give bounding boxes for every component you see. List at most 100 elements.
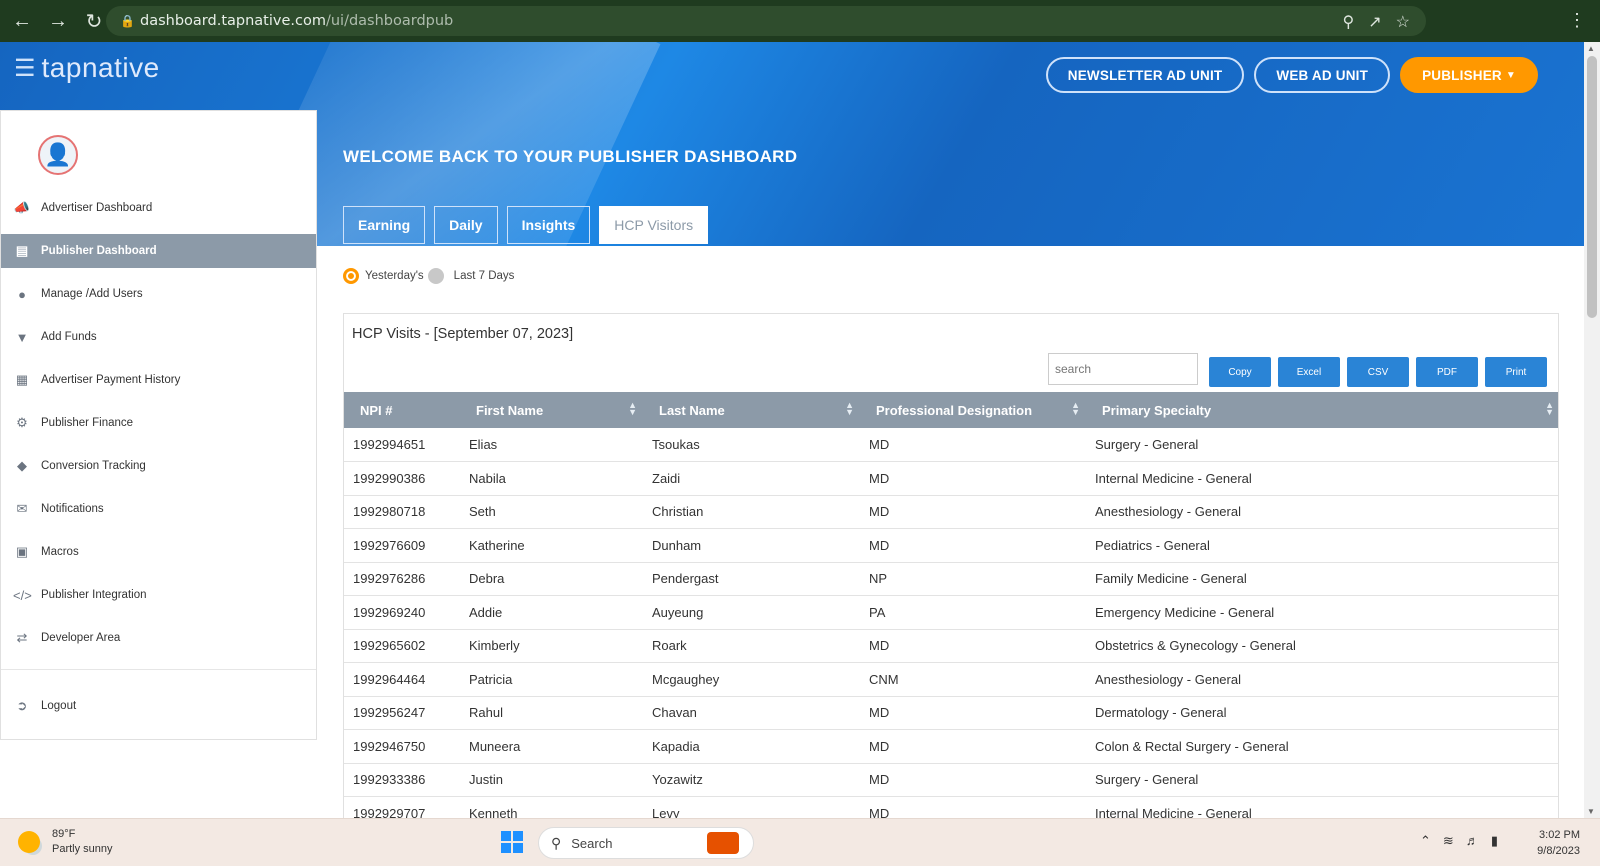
weather-widget[interactable]: 89°F Partly sunny	[18, 827, 113, 857]
publisher-dropdown-button[interactable]: PUBLISHER ▼	[1400, 57, 1538, 93]
table-cell: Obstetrics & Gynecology - General	[1086, 629, 1558, 663]
sidebar-item-logout[interactable]: ➲ Logout	[1, 689, 316, 723]
table-cell: 1992990386	[344, 461, 460, 496]
table-row[interactable]: 1992933386 Justin Yozawitz MD Surgery - Gene…	[344, 763, 1558, 797]
sidebar-item-publisher-dashboard[interactable]: ▤ Publisher Dashboard	[1, 234, 316, 268]
sidebar-item-manage-users[interactable]: ● Manage /Add Users	[1, 277, 316, 311]
tab-earning[interactable]: Earning	[343, 206, 426, 244]
scrollbar-thumb[interactable]	[1587, 56, 1597, 318]
column-header-first-name[interactable]: First Name ▲ ▼	[460, 392, 643, 428]
radio-yesterday[interactable]	[343, 268, 359, 284]
top-nav-buttons: NEWSLETTER AD UNIT WEB AD UNIT PUBLISHER…	[1045, 57, 1538, 93]
tag-icon: ◆	[17, 458, 27, 473]
table-row[interactable]: 1992980718 Seth Christian MD Anesthesiology …	[344, 495, 1558, 529]
share-icon[interactable]: ↗	[1368, 12, 1381, 32]
column-header-professional-designation[interactable]: Professional Designation ▲ ▼	[860, 392, 1086, 428]
browser-menu-icon[interactable]: ⋮	[1568, 10, 1586, 31]
sidebar-item-notifications[interactable]: ✉ Notifications	[1, 492, 316, 526]
tab-insights[interactable]: Insights	[506, 206, 591, 244]
column-header-npi[interactable]: NPI #	[344, 392, 460, 428]
csv-button[interactable]: CSV	[1347, 357, 1409, 387]
tab-hcp-visitors[interactable]: HCP Visitors	[599, 206, 709, 244]
table-cell: Dermatology - General	[1086, 696, 1558, 730]
wifi-icon[interactable]: ≋	[1443, 833, 1454, 849]
table-cell: MD	[860, 763, 1086, 797]
back-arrow-icon[interactable]: ←	[6, 5, 38, 37]
copy-button[interactable]: Copy	[1209, 357, 1271, 387]
web-ad-unit-button[interactable]: WEB AD UNIT	[1254, 57, 1391, 93]
table-cell: Elias	[460, 428, 643, 462]
gear-icon: ⚙	[16, 415, 28, 430]
table-header-row: NPI # First Name ▲ ▼ Last Name ▲ ▼ Professio…	[344, 392, 1558, 428]
address-bar-icons: ⚲ ↗ ☆	[1343, 12, 1410, 32]
sidebar-item-label: Notifications	[41, 503, 104, 515]
table-row[interactable]: 1992956247 Rahul Chavan MD Dermatology - Gen…	[344, 696, 1558, 730]
column-header-last-name[interactable]: Last Name ▲ ▼	[643, 392, 860, 428]
sort-icon: ▲ ▼	[845, 400, 854, 417]
browser-toolbar: ← → ↻ 🔒 dashboard.tapnative.com/ui/dashb…	[0, 0, 1600, 42]
table-cell: Pendergast	[643, 562, 860, 596]
tab-daily[interactable]: Daily	[434, 206, 498, 244]
excel-button[interactable]: Excel	[1278, 357, 1340, 387]
speaker-icon[interactable]: ♬	[1466, 833, 1479, 849]
table-cell: 1992976286	[344, 562, 460, 596]
system-clock[interactable]: 3:02 PM 9/8/2023	[1537, 827, 1580, 859]
sidebar-item-label: Macros	[41, 546, 79, 558]
table-cell: 1992976609	[344, 528, 460, 563]
bookmark-star-icon[interactable]: ☆	[1396, 12, 1410, 32]
scroll-down-arrow-icon[interactable]: ▼	[1587, 807, 1595, 816]
taskbar-search[interactable]: ⚲ Search	[538, 827, 754, 859]
table-cell: Auyeung	[643, 595, 860, 630]
sidebar-item-publisher-integration[interactable]: </> Publisher Integration	[1, 578, 316, 612]
table-cell: PA	[860, 595, 1086, 630]
sidebar-item-label: Publisher Finance	[41, 417, 134, 429]
sidebar-item-macros[interactable]: ▣ Macros	[1, 535, 316, 569]
radio-last-7-days[interactable]	[427, 268, 444, 284]
forward-arrow-icon[interactable]: →	[42, 5, 74, 37]
briefcase-icon	[707, 832, 739, 854]
zoom-icon[interactable]: ⚲	[1343, 12, 1355, 32]
table-row[interactable]: 1992976609 Katherine Dunham MD Pediatrics - …	[344, 528, 1558, 563]
scroll-up-arrow-icon[interactable]: ▲	[1587, 44, 1595, 53]
windows-start-icon[interactable]	[501, 831, 523, 853]
table-cell: Seth	[460, 495, 643, 529]
sidebar-item-advertiser-dashboard[interactable]: 📣 Advertiser Dashboard	[1, 191, 316, 225]
sidebar-item-publisher-finance[interactable]: ⚙ Publisher Finance	[1, 406, 316, 440]
battery-icon[interactable]: ▮	[1491, 833, 1498, 849]
table-row[interactable]: 1992990386 Nabila Zaidi MD Internal Medicine…	[344, 461, 1558, 496]
address-bar[interactable]: 🔒 dashboard.tapnative.com/ui/dashboardpu…	[106, 6, 1426, 36]
clock-date: 9/8/2023	[1537, 845, 1580, 857]
table-row[interactable]: 1992965602 Kimberly Roark MD Obstetrics & Gy…	[344, 629, 1558, 663]
table-row[interactable]: 1992976286 Debra Pendergast NP Family Medici…	[344, 562, 1558, 596]
chevron-up-icon[interactable]: ⌃	[1420, 833, 1431, 849]
export-buttons: Copy Excel CSV PDF Print	[1209, 357, 1547, 387]
avatar[interactable]: 👤	[38, 135, 78, 175]
page-scrollbar[interactable]: ▲ ▼	[1584, 42, 1600, 818]
table-cell: Anesthesiology - General	[1086, 495, 1558, 529]
table-row[interactable]: 1992964464 Patricia Mcgaughey CNM Anesthesio…	[344, 662, 1558, 697]
table-cell: Surgery - General	[1086, 428, 1558, 462]
column-header-label: Professional Designation	[876, 402, 1033, 418]
print-button[interactable]: Print	[1485, 357, 1547, 387]
logo[interactable]: ☰ tapnative	[14, 52, 160, 84]
table-row[interactable]: 1992946750 Muneera Kapadia MD Colon & Rectal…	[344, 729, 1558, 764]
sidebar-item-developer-area[interactable]: ⇄ Developer Area	[1, 621, 316, 655]
sidebar-item-conversion-tracking[interactable]: ◆ Conversion Tracking	[1, 449, 316, 483]
logout-icon: ➲	[16, 698, 28, 713]
table-row[interactable]: 1992969240 Addie Auyeung PA Emergency Medici…	[344, 595, 1558, 630]
pdf-button[interactable]: PDF	[1416, 357, 1478, 387]
column-header-label: First Name	[476, 402, 544, 418]
table-cell: Justin	[460, 763, 643, 797]
dashboard-tabs: Earning Daily Insights HCP Visitors	[343, 206, 709, 244]
hamburger-menu-icon[interactable]: ☰	[14, 54, 36, 83]
code-icon: </>	[13, 587, 32, 603]
search-input[interactable]	[1048, 353, 1198, 385]
table-row[interactable]: 1992994651 Elias Tsoukas MD Surgery - Genera…	[344, 428, 1558, 462]
table-cell: 1992964464	[344, 662, 460, 697]
sidebar-item-add-funds[interactable]: ▼ Add Funds	[1, 320, 316, 354]
newsletter-ad-unit-button[interactable]: NEWSLETTER AD UNIT	[1045, 57, 1245, 93]
sidebar-item-advertiser-payment-history[interactable]: ▦ Advertiser Payment History	[1, 363, 316, 397]
sidebar-item-label: Developer Area	[41, 632, 121, 644]
weather-description: Partly sunny	[52, 843, 113, 855]
column-header-primary-specialty[interactable]: Primary Specialty ▲ ▼	[1086, 392, 1558, 428]
